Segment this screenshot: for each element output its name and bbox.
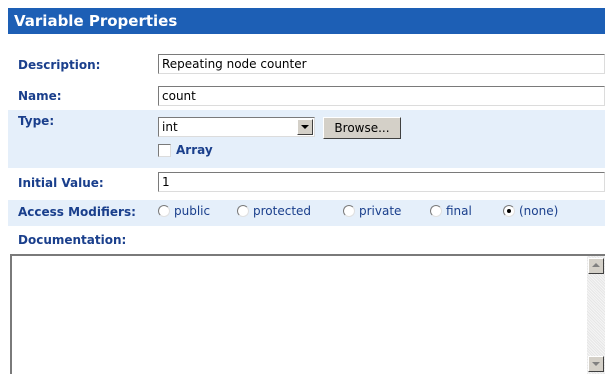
name-field[interactable]: count	[158, 86, 605, 106]
radio-protected-label[interactable]: protected	[253, 204, 311, 218]
type-select[interactable]: int	[158, 117, 315, 137]
type-row: Type: int Browse... Array	[8, 110, 605, 168]
documentation-row: Documentation:	[8, 228, 605, 252]
radio-private[interactable]	[343, 205, 355, 217]
radio-protected[interactable]	[237, 205, 249, 217]
initial-value-row: Initial Value: 1	[8, 170, 605, 198]
documentation-textarea[interactable]	[10, 254, 605, 374]
radio-none[interactable]	[503, 205, 515, 217]
documentation-label: Documentation:	[18, 233, 127, 247]
chevron-down-icon[interactable]	[297, 119, 313, 135]
name-label: Name:	[18, 89, 62, 103]
description-field[interactable]: Repeating node counter	[158, 54, 605, 74]
description-row: Description: Repeating node counter	[8, 52, 605, 78]
radio-final[interactable]	[430, 205, 442, 217]
name-row: Name: count	[8, 84, 605, 110]
radio-public-label[interactable]: public	[174, 204, 210, 218]
initial-value-field[interactable]: 1	[158, 172, 605, 192]
panel-title: Variable Properties	[8, 8, 605, 34]
documentation-scrollbar[interactable]	[587, 256, 605, 374]
radio-none-label[interactable]: (none)	[519, 204, 558, 218]
array-checkbox[interactable]	[158, 144, 171, 157]
radio-final-label[interactable]: final	[446, 204, 472, 218]
scroll-up-icon[interactable]	[588, 258, 604, 274]
initial-value-label: Initial Value:	[18, 176, 104, 190]
browse-button[interactable]: Browse...	[323, 117, 401, 139]
radio-public[interactable]	[158, 205, 170, 217]
description-label: Description:	[18, 58, 101, 72]
radio-private-label[interactable]: private	[359, 204, 401, 218]
type-label: Type:	[18, 114, 55, 128]
access-modifiers-label: Access Modifiers:	[18, 205, 136, 219]
access-modifiers-row: Access Modifiers: public protected priva…	[8, 200, 605, 226]
array-checkbox-label: Array	[176, 143, 213, 157]
type-select-value: int	[162, 120, 178, 134]
